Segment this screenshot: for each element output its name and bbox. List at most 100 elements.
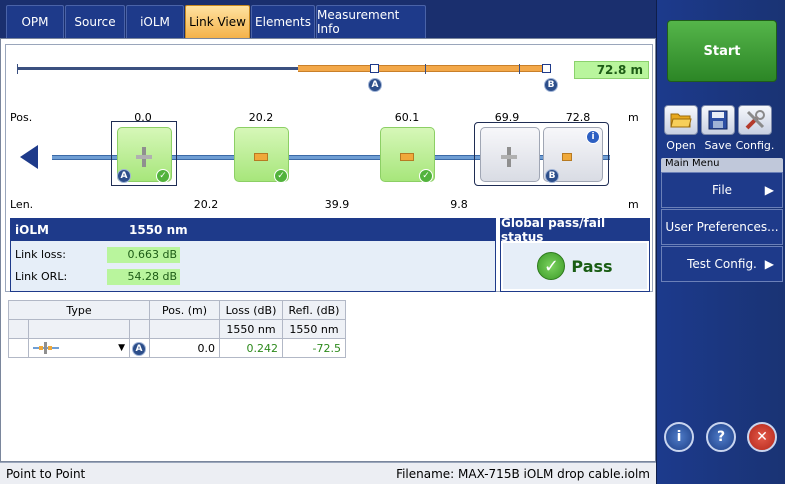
total-distance-readout: 72.8 m <box>574 61 649 79</box>
type-dropdown[interactable]: ▼ <box>28 338 130 358</box>
subheader-cell <box>149 319 220 339</box>
open-button[interactable] <box>664 105 698 135</box>
iolm-wavelength: 1550 nm <box>129 223 188 237</box>
close-button[interactable]: ✕ <box>747 422 777 452</box>
menu-item-test-config[interactable]: Test Config. ▶ <box>661 246 783 282</box>
splice-icon <box>501 147 517 167</box>
start-button[interactable]: Start <box>667 20 777 82</box>
subheader-cell <box>28 319 130 339</box>
row-pos: 0.0 <box>149 338 220 358</box>
info-icon: i <box>676 429 682 445</box>
element-marker-a-label: A <box>117 169 131 183</box>
ruler-tick <box>425 64 426 74</box>
config-label: Config. <box>735 139 775 152</box>
col-header-loss: Loss (dB) <box>219 300 283 320</box>
col-header-refl: Refl. (dB) <box>282 300 346 320</box>
ruler-marker-a-handle[interactable] <box>370 64 379 73</box>
element-marker-b-label: B <box>545 169 559 183</box>
tab-measurement-info[interactable]: Measurement Info <box>316 5 426 38</box>
link-orl-value: 54.28 dB <box>107 269 180 285</box>
row-loss: 0.242 <box>219 338 283 358</box>
global-status-result-text: Pass <box>571 256 613 276</box>
table-header-row: Type Pos. (m) Loss (dB) Refl. (dB) <box>8 300 346 320</box>
row-refl: -72.5 <box>282 338 346 358</box>
splice-icon <box>136 147 152 167</box>
table-subheader-row: 1550 nm 1550 nm <box>8 319 346 339</box>
chevron-right-icon: ▶ <box>764 183 774 197</box>
ruler-tick <box>519 64 520 74</box>
menu-item-label: Test Config. <box>687 257 757 271</box>
main-menu-title: Main Menu <box>661 158 783 172</box>
open-label: Open <box>666 139 696 152</box>
col-header-type: Type <box>8 300 150 320</box>
info-button[interactable]: i <box>664 422 694 452</box>
table-row[interactable]: ▼ A 0.0 0.242 -72.5 <box>8 338 346 358</box>
tools-icon <box>745 110 765 130</box>
status-mode: Point to Point <box>6 466 86 481</box>
col-header-pos: Pos. (m) <box>149 300 220 320</box>
link-loss-value: 0.663 dB <box>107 247 180 263</box>
close-icon: ✕ <box>756 429 768 445</box>
menu-item-user-preferences[interactable]: User Preferences... <box>661 209 783 245</box>
tab-opm[interactable]: OPM <box>6 5 64 38</box>
tab-elements[interactable]: Elements <box>251 5 315 38</box>
tab-link-view[interactable]: Link View <box>185 5 250 38</box>
floppy-disk-icon <box>708 110 728 130</box>
row-marker-a-label: A <box>132 341 146 356</box>
length-value: 20.2 <box>193 198 219 211</box>
splice-icon <box>33 342 59 354</box>
scroll-left-arrow-icon[interactable] <box>20 145 38 169</box>
ruler-marker-b-handle[interactable] <box>542 64 551 73</box>
info-icon[interactable]: i <box>586 130 600 144</box>
ruler-marker-a-label: A <box>368 78 382 92</box>
subheader-cell <box>129 319 150 339</box>
global-status-title: Global pass/fail status <box>501 216 649 244</box>
subheader-cell <box>8 319 29 339</box>
help-icon: ? <box>716 429 726 445</box>
ruler-marker-b-label: B <box>544 78 558 92</box>
connector-icon <box>562 153 572 161</box>
app-window: OPM Source iOLM Link View Elements Measu… <box>0 0 785 484</box>
link-loss-row: Link loss: 0.663 dB <box>11 246 495 266</box>
length-value: 39.9 <box>324 198 350 211</box>
subheader-refl-wavelength: 1550 nm <box>282 319 346 339</box>
len-label: Len. <box>10 198 34 211</box>
connector-icon <box>254 153 268 161</box>
len-unit: m <box>628 198 639 211</box>
folder-open-icon <box>670 113 692 128</box>
status-filename: Filename: MAX-715B iOLM drop cable.iolm <box>396 466 650 481</box>
tab-iolm[interactable]: iOLM <box>126 5 184 38</box>
pass-check-icon: ✓ <box>156 169 170 183</box>
pass-check-icon: ✓ <box>274 169 288 183</box>
iolm-summary-header: iOLM 1550 nm <box>11 219 495 241</box>
pass-check-icon: ✓ <box>537 252 566 280</box>
subheader-loss-wavelength: 1550 nm <box>219 319 283 339</box>
menu-item-label: File <box>711 183 733 197</box>
connector-icon <box>400 153 414 161</box>
tab-source[interactable]: Source <box>65 5 125 38</box>
ruler-highlight-span <box>298 65 545 72</box>
row-selector-cell <box>8 338 29 358</box>
iolm-title: iOLM <box>15 223 49 237</box>
config-button[interactable] <box>738 105 772 135</box>
menu-item-file[interactable]: File ▶ <box>661 172 783 208</box>
right-sidebar: Start Open Save Config. Main Menu File ▶… <box>656 0 785 484</box>
position-value: 20.2 <box>248 111 274 124</box>
pass-check-icon: ✓ <box>419 169 433 183</box>
global-status-result: ✓ Pass <box>503 243 647 289</box>
pos-unit: m <box>628 111 639 124</box>
global-status-panel: Global pass/fail status ✓ Pass <box>500 216 650 292</box>
link-orl-label: Link ORL: <box>15 270 68 283</box>
iolm-summary-panel: iOLM 1550 nm Link loss: 0.663 dB Link OR… <box>10 218 496 292</box>
tab-bar: OPM Source iOLM Link View Elements Measu… <box>0 0 656 38</box>
menu-item-label: User Preferences... <box>665 220 779 234</box>
length-value: 9.8 <box>450 198 468 211</box>
link-loss-label: Link loss: <box>15 248 66 261</box>
chevron-down-icon: ▼ <box>118 343 125 353</box>
link-view-panel: A B 72.8 m Pos. 0.0 20.2 60.1 69.9 72.8 … <box>5 44 653 292</box>
save-label: Save <box>704 139 732 152</box>
position-value: 60.1 <box>394 111 420 124</box>
element-table: Type Pos. (m) Loss (dB) Refl. (dB) 1550 … <box>8 300 346 358</box>
save-button[interactable] <box>701 105 735 135</box>
help-button[interactable]: ? <box>706 422 736 452</box>
